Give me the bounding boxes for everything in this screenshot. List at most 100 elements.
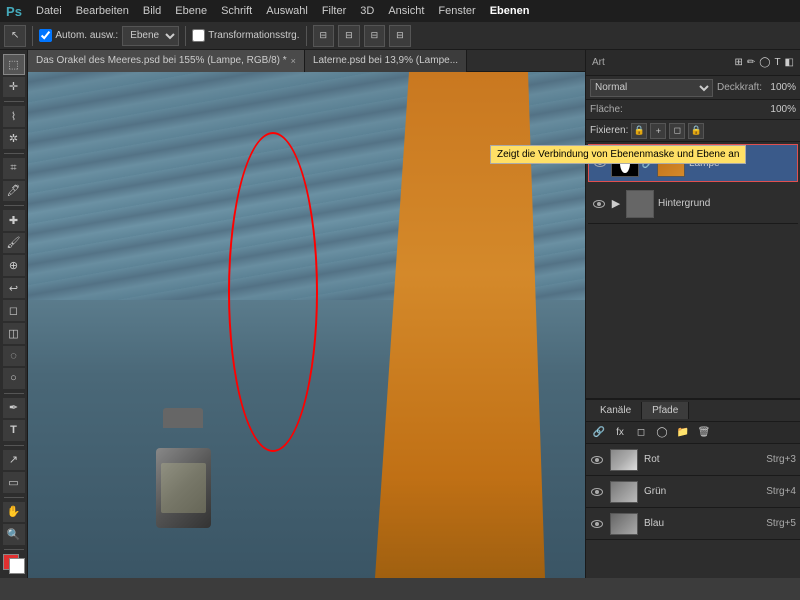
background-color[interactable]: [9, 558, 25, 574]
menu-ansicht[interactable]: Ansicht: [382, 3, 430, 19]
menu-bild[interactable]: Bild: [137, 3, 167, 19]
layers-header: Art ⊞ ✏ ◯ T ◧: [586, 50, 800, 76]
eyedropper-tool[interactable]: 🖊: [3, 181, 25, 202]
menu-schrift[interactable]: Schrift: [215, 3, 258, 19]
menu-3d[interactable]: 3D: [354, 3, 380, 19]
clone-tool[interactable]: ⊕: [3, 255, 25, 276]
tab-orakel-close[interactable]: ×: [291, 56, 296, 66]
zoom-tool[interactable]: 🔍: [3, 524, 25, 545]
move-tool[interactable]: ✛: [3, 77, 25, 98]
align-center-button[interactable]: ⊟: [338, 25, 360, 47]
channel-eye-blau[interactable]: [590, 517, 604, 531]
channel-name-gruen: Grün: [644, 486, 760, 497]
channel-eye-rot[interactable]: [590, 453, 604, 467]
transform-check[interactable]: [192, 29, 205, 42]
layer-expand-hintergrund[interactable]: ▶: [610, 198, 622, 210]
channel-row-blau[interactable]: Blau Strg+5: [586, 508, 800, 540]
layer-type-dropdown[interactable]: Ebene: [122, 26, 179, 46]
ch-folder-icon[interactable]: 📁: [674, 424, 692, 442]
gradient-tool[interactable]: ◫: [3, 323, 25, 344]
layers-icon-5[interactable]: ◧: [785, 57, 794, 68]
fix-icon-2[interactable]: +: [650, 123, 666, 139]
align-top-button[interactable]: ⊟: [389, 25, 411, 47]
layer-mask-thumb-lampe: [611, 149, 639, 177]
channel-shortcut-blau: Strg+5: [766, 518, 796, 529]
layers-icon-2[interactable]: ✏: [747, 57, 755, 68]
channel-thumb-rot: [610, 449, 638, 471]
eye-pupil-hintergrund: [597, 202, 601, 206]
channel-shortcut-rot: Strg+3: [766, 454, 796, 465]
eye-icon-gruen: [591, 488, 603, 496]
tool-sep-2: [4, 153, 24, 154]
path-selection-tool[interactable]: ↗: [3, 450, 25, 471]
menu-fenster[interactable]: Fenster: [432, 3, 481, 19]
menu-ebenen[interactable]: Ebenen: [484, 3, 536, 19]
channel-row-gruen[interactable]: Grün Strg+4: [586, 476, 800, 508]
menu-datei[interactable]: Datei: [30, 3, 68, 19]
eye-icon-lampe: [594, 159, 606, 167]
ch-delete-icon[interactable]: 🗑: [695, 424, 713, 442]
align-left-button[interactable]: ⊟: [313, 25, 335, 47]
lasso-tool[interactable]: ⌇: [3, 106, 25, 127]
menu-filter[interactable]: Filter: [316, 3, 352, 19]
canvas-content[interactable]: [28, 72, 585, 578]
color-swatches[interactable]: [3, 554, 25, 574]
layers-icon-1[interactable]: ⊞: [734, 57, 742, 68]
layer-eye-hintergrund[interactable]: [592, 197, 606, 211]
channel-eye-gruen[interactable]: [590, 485, 604, 499]
blend-mode-select[interactable]: Normal Multiplizieren Abblenden: [590, 79, 713, 97]
align-right-button[interactable]: ⊟: [364, 25, 386, 47]
brush-tool[interactable]: 🖌: [3, 233, 25, 254]
menu-auswahl[interactable]: Auswahl: [260, 3, 314, 19]
healing-tool[interactable]: ✚: [3, 210, 25, 231]
channels-panel: Kanäle Pfade 🔗 fx ◻ ◯ 📁 🗑: [586, 398, 800, 578]
channel-row-rot[interactable]: Rot Strg+3: [586, 444, 800, 476]
tool-sep-1: [4, 101, 24, 102]
magic-wand-tool[interactable]: ✲: [3, 129, 25, 150]
ch-circle-icon[interactable]: ◯: [653, 424, 671, 442]
ch-link-icon[interactable]: 🔗: [590, 424, 608, 442]
tab-orakel-label: Das Orakel des Meeres.psd bei 155% (Lamp…: [36, 55, 287, 66]
selection-tool[interactable]: ⬚: [3, 54, 25, 75]
layer-item-hintergrund[interactable]: ▶ Hintergrund: [588, 184, 798, 224]
fix-icon-4[interactable]: 🔒: [688, 123, 704, 139]
channels-tabs-bar: Kanäle Pfade: [586, 400, 800, 422]
auto-select-checkbox[interactable]: Autom. ausw.:: [39, 29, 118, 42]
opacity-value: 100%: [766, 82, 796, 93]
menu-bearbeiten[interactable]: Bearbeiten: [70, 3, 135, 19]
crop-tool[interactable]: ⌗: [3, 158, 25, 179]
layers-icon-4[interactable]: T: [774, 57, 780, 68]
layers-icon-3[interactable]: ◯: [759, 57, 770, 68]
dodge-tool[interactable]: ○: [3, 368, 25, 389]
eraser-tool[interactable]: ◻: [3, 300, 25, 321]
menu-ebene[interactable]: Ebene: [169, 3, 213, 19]
auto-select-check[interactable]: [39, 29, 52, 42]
tab-kanaele[interactable]: Kanäle: [590, 402, 642, 420]
search-label: Art: [592, 57, 605, 68]
pen-tool[interactable]: ✒: [3, 398, 25, 419]
eye-icon-rot: [591, 456, 603, 464]
tab-laterne[interactable]: Laterne.psd bei 13,9% (Lampe...: [305, 50, 467, 72]
layer-item-lampe[interactable]: 🔗 Lampe: [588, 144, 798, 182]
channels-toolbar: 🔗 fx ◻ ◯ 📁 🗑: [586, 422, 800, 444]
blur-tool[interactable]: ◌: [3, 346, 25, 367]
move-tool-button[interactable]: ↖: [4, 25, 26, 47]
transform-checkbox[interactable]: Transformationsstrg.: [192, 29, 299, 42]
layer-link-icon-lampe[interactable]: 🔗: [643, 158, 653, 169]
hand-tool[interactable]: ✋: [3, 502, 25, 523]
shape-tool[interactable]: ▭: [3, 472, 25, 493]
right-panels: Art ⊞ ✏ ◯ T ◧ Normal Multiplizieren Abbl…: [585, 50, 800, 578]
tab-laterne-label: Laterne.psd bei 13,9% (Lampe...: [313, 55, 458, 66]
transform-label: Transformationsstrg.: [208, 30, 299, 41]
ch-fx-icon[interactable]: fx: [611, 424, 629, 442]
ch-mask-icon[interactable]: ◻: [632, 424, 650, 442]
fix-icon-1[interactable]: 🔒: [631, 123, 647, 139]
layer-eye-lampe[interactable]: [593, 156, 607, 170]
history-brush-tool[interactable]: ↩: [3, 278, 25, 299]
fix-icon-3[interactable]: ◻: [669, 123, 685, 139]
channel-thumb-blau: [610, 513, 638, 535]
tab-pfade[interactable]: Pfade: [642, 402, 689, 419]
tab-orakel[interactable]: Das Orakel des Meeres.psd bei 155% (Lamp…: [28, 50, 305, 72]
tabs-bar: Das Orakel des Meeres.psd bei 155% (Lamp…: [28, 50, 585, 72]
text-tool[interactable]: T: [3, 420, 25, 441]
